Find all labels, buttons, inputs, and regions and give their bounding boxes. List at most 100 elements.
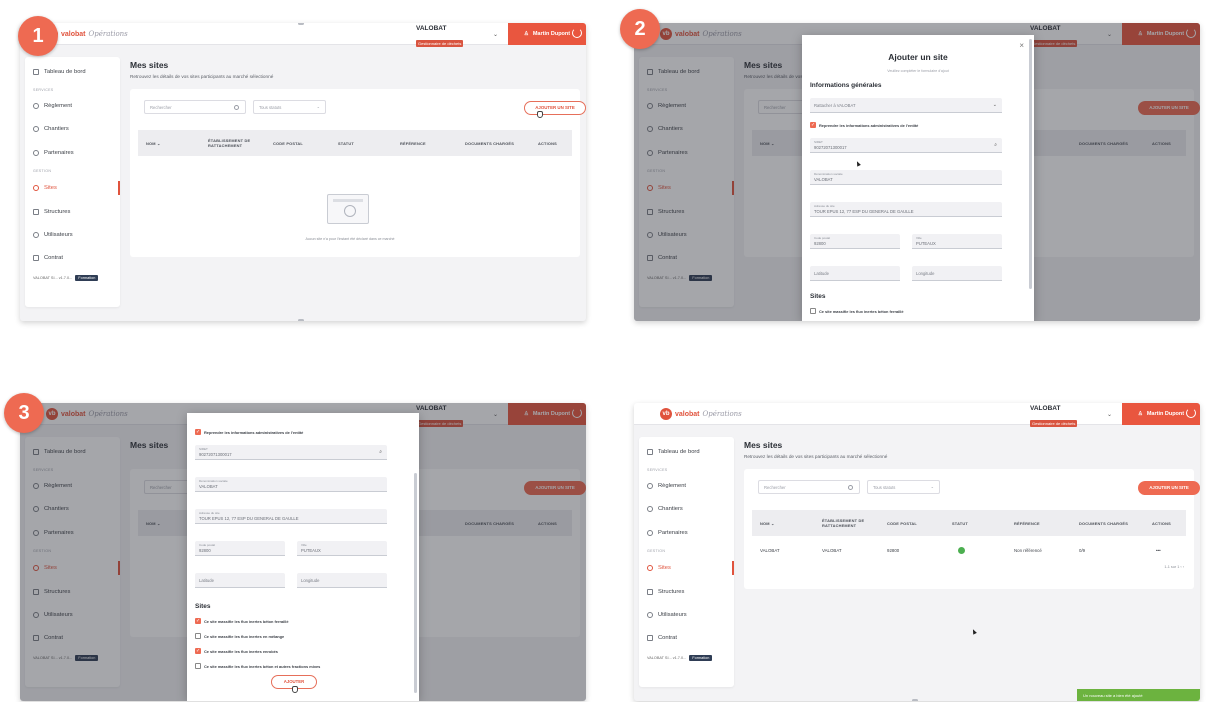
client-selector[interactable]: VALOBAT Gestionnaire de déchets: [1030, 405, 1090, 430]
add-site-modal: × Ajouter un site Veuillez compléter le …: [802, 35, 1034, 321]
sidebar-item-sites[interactable]: Sites: [33, 183, 117, 193]
table-header: NOM ⌄ ÉTABLISSEMENT DE RATTACHEMENT CODE…: [752, 510, 1186, 536]
sidebar-item-partenaires[interactable]: Partenaires: [647, 528, 731, 538]
reglement-icon: [647, 483, 653, 489]
add-site-button[interactable]: AJOUTER UN SITE: [1138, 481, 1200, 495]
logout-icon[interactable]: [572, 28, 582, 38]
siret-field[interactable]: SIRET 90272071300017 ⌕: [195, 445, 387, 460]
active-indicator: [118, 181, 120, 195]
ville-field[interactable]: Ville PUTEAUX: [912, 234, 1002, 249]
user-menu[interactable]: ♙ Martin Dupont: [1122, 403, 1200, 425]
screenshot-step-4: vb valobat Opérations VALOBAT Gestionnai…: [634, 403, 1200, 701]
app-logo[interactable]: vb valobat Opérations: [46, 27, 128, 41]
sidebar-item-reglement[interactable]: Règlement: [33, 101, 117, 111]
chevron-down-icon[interactable]: ⌄: [493, 31, 498, 38]
sidebar-item-contrat[interactable]: Contrat: [647, 633, 731, 643]
code-postal-field[interactable]: Code postal 92800: [810, 234, 900, 249]
sidebar-item-utilisateurs[interactable]: Utilisateurs: [33, 230, 117, 240]
reprendre-checkbox[interactable]: ✓ Reprendre les informations administrati…: [195, 429, 303, 435]
column-header-reference: RÉFÉRENCE: [1014, 520, 1040, 526]
sites-card: Rechercher Tous statuts ⌄ AJOUTER UN SITE…: [744, 469, 1200, 589]
reprendre-checkbox[interactable]: ✓ Reprendre les informations administrati…: [810, 122, 918, 128]
siret-field[interactable]: SIRET 90272071300017 ⌕: [810, 138, 1002, 153]
user-name: Martin Dupont: [1146, 411, 1185, 417]
status-filter[interactable]: Tous statuts ⌄: [253, 100, 326, 114]
latitude-field[interactable]: Latitude: [810, 266, 900, 281]
client-selector[interactable]: VALOBAT Gestionnaire de déchets: [416, 25, 476, 50]
user-icon: ♙: [1137, 411, 1143, 417]
status-check-icon: [958, 546, 965, 554]
add-site-button[interactable]: AJOUTER UN SITE: [524, 101, 586, 115]
status-filter[interactable]: Tous statuts ⌄: [867, 480, 940, 494]
page-title: Mes sites: [130, 60, 169, 70]
column-header-nom[interactable]: NOM ⌄: [760, 510, 810, 536]
screenshot-step-1: vb valobat Opérations VALOBAT Gestionnai…: [20, 23, 586, 321]
rattachement-select[interactable]: Rattacher à VALOBAT ⌄: [810, 98, 1002, 113]
sidebar-item-sites[interactable]: Sites: [647, 563, 731, 573]
ville-field[interactable]: Ville PUTEAUX: [297, 541, 387, 556]
sidebar-item-dashboard[interactable]: Tableau de bord: [33, 67, 117, 77]
sidebar-item-structures[interactable]: Structures: [647, 587, 731, 597]
checkbox-checked-icon: ✓: [195, 429, 201, 435]
column-header-documents: DOCUMENTS CHARGÉS: [465, 140, 515, 146]
chevron-down-icon[interactable]: ⌄: [1107, 411, 1112, 418]
column-header-nom[interactable]: NOM ⌄: [146, 130, 196, 156]
user-menu[interactable]: ♙ Martin Dupont: [508, 23, 586, 45]
logo-script: Opérations: [88, 30, 128, 38]
sidebar-item-chantiers[interactable]: Chantiers: [33, 124, 117, 134]
user-icon: ♙: [523, 31, 529, 37]
modal-scrollbar[interactable]: [1029, 39, 1032, 289]
pin-icon: [647, 565, 653, 571]
section-sites: Sites: [810, 293, 826, 300]
sidebar-item-reglement[interactable]: Règlement: [647, 481, 731, 491]
modal-scrollbar[interactable]: [414, 473, 417, 693]
search-input[interactable]: Rechercher: [144, 100, 246, 114]
row-actions-menu[interactable]: •••: [1156, 540, 1161, 560]
user-name: Martin Dupont: [532, 31, 571, 37]
chantiers-icon: [647, 506, 653, 512]
app-logo[interactable]: vb valobat Opérations: [660, 407, 742, 421]
code-postal-field[interactable]: Code postal 92800: [195, 541, 285, 556]
denomination-field[interactable]: Dénomination sociale VALOBAT: [195, 477, 387, 492]
search-icon[interactable]: ⌕: [379, 449, 382, 455]
close-icon[interactable]: ×: [1019, 41, 1024, 50]
active-indicator: [732, 561, 734, 575]
client-name: VALOBAT: [416, 25, 447, 32]
empty-state-text: Aucun site n'a pour l'instant été déclar…: [305, 237, 395, 241]
latitude-field[interactable]: Latitude: [195, 573, 285, 588]
checkbox-icon: [195, 663, 201, 669]
sidebar-item-partenaires[interactable]: Partenaires: [33, 148, 117, 158]
document-icon: [33, 255, 39, 261]
longitude-field[interactable]: Longitude: [297, 573, 387, 588]
column-header-documents: DOCUMENTS CHARGÉS: [1079, 520, 1129, 526]
sites-card: Rechercher Tous statuts ⌄ AJOUTER UN SITE…: [130, 89, 586, 257]
sidebar-item-contrat[interactable]: Contrat: [33, 253, 117, 263]
illustration-bar: [333, 199, 363, 202]
sidebar-item-chantiers[interactable]: Chantiers: [647, 504, 731, 514]
column-header-actions: ACTIONS: [538, 140, 557, 146]
longitude-field[interactable]: Longitude: [912, 266, 1002, 281]
logout-icon[interactable]: [1186, 408, 1196, 418]
sidebar-item-dashboard[interactable]: Tableau de bord: [647, 447, 731, 457]
search-input[interactable]: Rechercher: [758, 480, 860, 494]
table-row[interactable]: VALOBAT VALOBAT 92800 Non référencé 0/9 …: [752, 540, 1186, 560]
modal-subtitle: Veuillez compléter le formulaire d'ajout: [887, 69, 949, 73]
chevron-down-icon: ⌄: [930, 484, 934, 489]
denomination-field[interactable]: Dénomination sociale VALOBAT: [810, 170, 1002, 185]
table-header: NOM ⌄ ÉTABLISSEMENT DE RATTACHEMENT CODE…: [138, 130, 572, 156]
structures-icon: [647, 589, 653, 595]
option-beton-ferraille[interactable]: Ce site massifie les flux inertes béton …: [810, 308, 904, 314]
option-beton-mixes[interactable]: Ce site massifie les flux inertes béton …: [195, 663, 320, 669]
option-melange[interactable]: Ce site massifie les flux inertes en mél…: [195, 633, 284, 639]
search-icon[interactable]: ⌕: [994, 142, 997, 148]
option-enrobes[interactable]: ✓ Ce site massifie les flux inertes enrob…: [195, 648, 278, 654]
option-beton-ferraille[interactable]: ✓ Ce site massifie les flux inertes béton…: [195, 618, 289, 624]
magnifier-icon: [344, 205, 356, 217]
adresse-field[interactable]: Adresse du site TOUR EPUS 12, 77 ESP DU G…: [195, 509, 387, 524]
adresse-field[interactable]: Adresse du site TOUR EPUS 12, 77 ESP DU G…: [810, 202, 1002, 217]
sidebar-item-structures[interactable]: Structures: [33, 207, 117, 217]
client-role-badge: Gestionnaire de déchets: [1030, 420, 1078, 427]
env-badge: Formation: [75, 275, 99, 281]
sidebar-item-utilisateurs[interactable]: Utilisateurs: [647, 610, 731, 620]
pagination[interactable]: 1-1 sur 1 ‹ ›: [1164, 565, 1184, 569]
